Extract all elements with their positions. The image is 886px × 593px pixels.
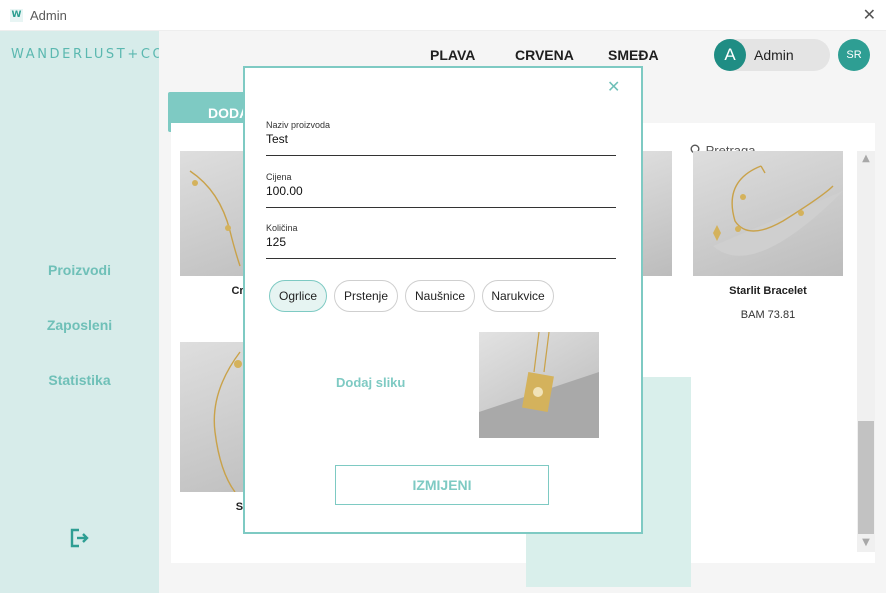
field-label: Količina: [266, 223, 298, 233]
edit-product-dialog: ✕ Naziv proizvoda Test Cijena 100.00 Kol…: [243, 66, 643, 534]
window-close-button[interactable]: ✕: [863, 5, 876, 24]
sidebar: WANDERLUST+CO Proizvodi Zaposleni Statis…: [0, 31, 163, 593]
language-button[interactable]: SR: [838, 39, 870, 71]
product-name-field[interactable]: Naziv proizvoda Test: [266, 120, 616, 156]
field-value[interactable]: Test: [266, 132, 288, 146]
product-image-preview: [479, 332, 599, 438]
logout-icon[interactable]: [68, 527, 90, 549]
product-price: BAM 73.81: [740, 309, 796, 321]
tab-plava[interactable]: PLAVA: [430, 47, 475, 63]
category-chip-narukvice[interactable]: Narukvice: [482, 280, 554, 312]
scroll-down-icon[interactable]: ▼: [857, 535, 875, 551]
field-label: Cijena: [266, 172, 292, 182]
category-chip-ogrlice[interactable]: Ogrlice: [269, 280, 327, 312]
avatar: A: [714, 39, 746, 71]
scrollbar[interactable]: ▲ ▼: [857, 151, 875, 552]
product-name: Starlit Bracelet: [729, 285, 807, 297]
category-chip-prstenje[interactable]: Prstenje: [334, 280, 398, 312]
user-name: Admin: [754, 47, 794, 63]
sidebar-item-zaposleni[interactable]: Zaposleni: [0, 317, 159, 333]
scroll-thumb[interactable]: [858, 421, 874, 534]
product-image: [693, 151, 843, 276]
window-titlebar: W Admin ✕: [0, 0, 886, 31]
save-changes-button[interactable]: IZMIJENI: [335, 465, 549, 505]
tab-crvena[interactable]: CRVENA: [515, 47, 574, 63]
field-value[interactable]: 125: [266, 235, 286, 249]
user-menu[interactable]: A Admin: [714, 39, 830, 71]
quantity-field[interactable]: Količina 125: [266, 223, 616, 259]
field-label: Naziv proizvoda: [266, 120, 331, 130]
brand-logo: WANDERLUST+CO: [11, 47, 166, 62]
sidebar-item-proizvodi[interactable]: Proizvodi: [0, 262, 159, 278]
add-image-button[interactable]: Dodaj sliku: [336, 375, 405, 390]
price-field[interactable]: Cijena 100.00: [266, 172, 616, 208]
close-icon[interactable]: ✕: [607, 77, 620, 96]
app-icon: W: [10, 9, 23, 22]
field-value[interactable]: 100.00: [266, 184, 303, 198]
scroll-up-icon[interactable]: ▲: [857, 151, 875, 167]
category-chip-nausnice[interactable]: Naušnice: [405, 280, 475, 312]
window-title: Admin: [30, 8, 67, 23]
sidebar-item-statistika[interactable]: Statistika: [0, 372, 159, 388]
tab-smeda[interactable]: SMEĐA: [608, 47, 659, 63]
